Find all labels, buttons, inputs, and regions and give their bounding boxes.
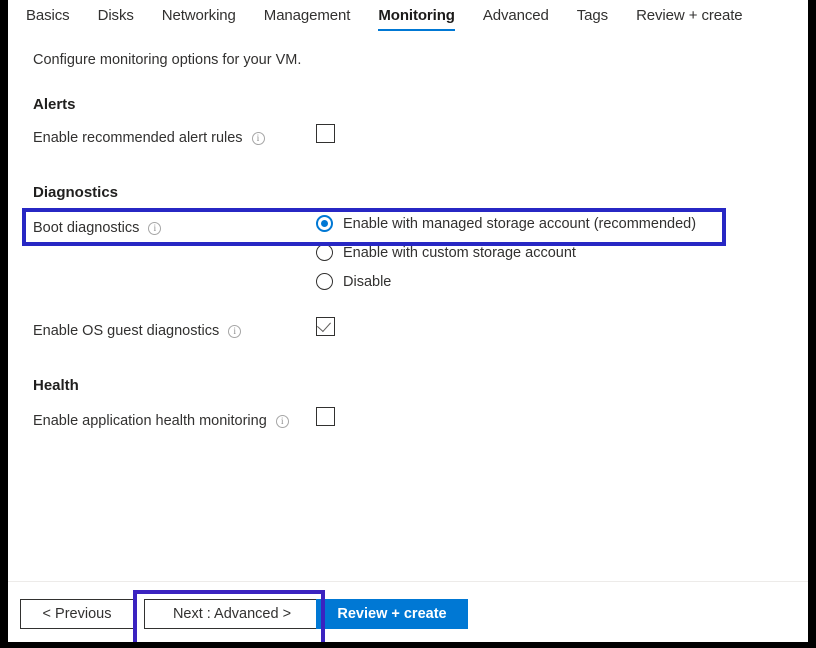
os-guest-diagnostics-label: Enable OS guest diagnostics — [33, 323, 242, 339]
boot-diagnostics-option-managed[interactable]: Enable with managed storage account (rec… — [316, 215, 696, 232]
section-heading-health: Health — [33, 377, 79, 394]
boot-diagnostics-label: Boot diagnostics — [33, 220, 162, 236]
alert-rules-label: Enable recommended alert rules — [33, 130, 265, 146]
boot-diagnostics-option-disable[interactable]: Disable — [316, 273, 391, 290]
tab-basics[interactable]: Basics — [26, 0, 70, 33]
review-create-button[interactable]: Review + create — [316, 599, 468, 629]
boot-diagnostics-option-custom[interactable]: Enable with custom storage account — [316, 244, 576, 261]
info-icon[interactable] — [148, 221, 162, 236]
tab-review-create[interactable]: Review + create — [636, 0, 743, 33]
monitoring-pane: Configure monitoring options for your VM… — [8, 38, 808, 581]
boot-diagnostics-option-disable-label: Disable — [343, 273, 392, 290]
app-health-monitoring-label-text: Enable application health monitoring — [33, 413, 267, 429]
wizard-footer: < Previous Next : Advanced > Review + cr… — [8, 581, 808, 642]
tab-networking[interactable]: Networking — [162, 0, 236, 33]
radio-button[interactable] — [316, 244, 333, 261]
checkmark-icon — [317, 317, 331, 333]
screenshot-frame: Basics Disks Networking Management Monit… — [0, 0, 816, 648]
radio-button-selected[interactable] — [316, 215, 333, 232]
previous-button[interactable]: < Previous — [20, 599, 134, 629]
radio-button[interactable] — [316, 273, 333, 290]
boot-diagnostics-option-custom-label: Enable with custom storage account — [343, 244, 576, 261]
pane-description: Configure monitoring options for your VM… — [33, 52, 302, 68]
enable-recommended-alert-rules-checkbox[interactable] — [316, 124, 335, 143]
tab-management[interactable]: Management — [264, 0, 351, 33]
tab-advanced[interactable]: Advanced — [483, 0, 549, 33]
tab-disks[interactable]: Disks — [98, 0, 134, 33]
boot-diagnostics-label-text: Boot diagnostics — [33, 220, 140, 236]
section-heading-diagnostics: Diagnostics — [33, 184, 119, 201]
enable-os-guest-diagnostics-checkbox[interactable] — [316, 317, 335, 336]
section-heading-alerts: Alerts — [33, 96, 76, 113]
info-icon[interactable] — [228, 324, 242, 339]
wizard-tabs: Basics Disks Networking Management Monit… — [8, 0, 808, 38]
boot-diagnostics-option-managed-label: Enable with managed storage account (rec… — [343, 215, 697, 232]
alert-rules-label-text: Enable recommended alert rules — [33, 130, 243, 146]
next-advanced-button[interactable]: Next : Advanced > — [144, 599, 320, 629]
azure-create-vm-wizard: Basics Disks Networking Management Monit… — [8, 0, 808, 642]
info-icon[interactable] — [251, 131, 265, 146]
info-icon[interactable] — [275, 414, 289, 429]
os-guest-diagnostics-label-text: Enable OS guest diagnostics — [33, 323, 220, 339]
tab-monitoring[interactable]: Monitoring — [378, 0, 456, 33]
enable-application-health-monitoring-checkbox[interactable] — [316, 407, 335, 426]
tab-tags[interactable]: Tags — [577, 0, 608, 33]
app-health-monitoring-label: Enable application health monitoring — [33, 413, 289, 429]
